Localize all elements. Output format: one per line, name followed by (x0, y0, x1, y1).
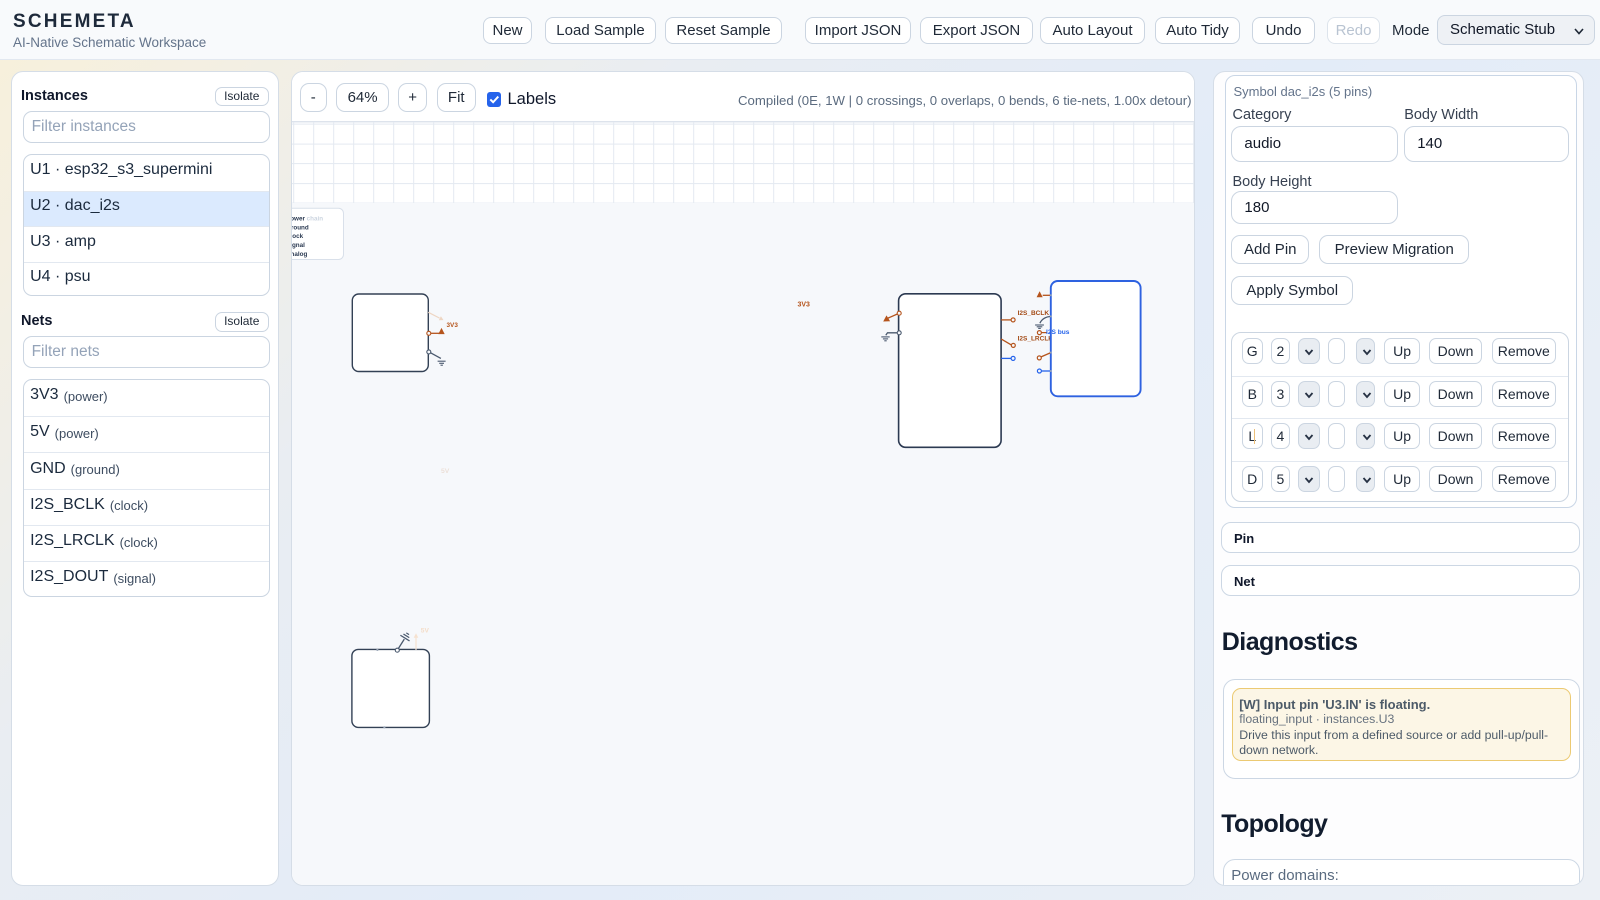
svg-text:Ground: Ground (292, 224, 309, 231)
svg-text:Analog: Analog (292, 251, 307, 258)
svg-text:I2S_LRCLK: I2S_LRCLK (1017, 336, 1053, 343)
svg-text:5V: 5V (420, 628, 429, 635)
svg-text:3V3: 3V3 (446, 322, 458, 329)
svg-text:Power chain: Power chain (292, 216, 323, 223)
svg-text:Signal: Signal (292, 242, 305, 249)
svg-text:3V3: 3V3 (797, 302, 810, 309)
svg-text:I2S bus: I2S bus (1046, 329, 1070, 336)
svg-text:5V: 5V (441, 468, 450, 475)
svg-text:I2S_BCLK: I2S_BCLK (1017, 310, 1049, 317)
svg-text:Clock: Clock (292, 233, 304, 240)
